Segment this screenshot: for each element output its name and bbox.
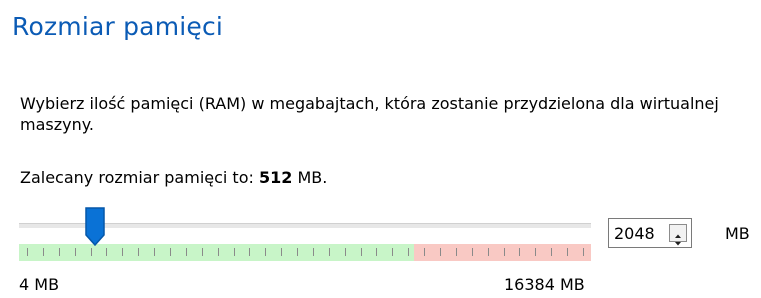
slider-tick <box>249 248 250 256</box>
memory-slider[interactable] <box>19 206 591 264</box>
slider-tick <box>138 248 139 256</box>
slider-tick <box>456 248 457 256</box>
slider-tick <box>504 248 505 256</box>
slider-tick <box>583 248 584 256</box>
arrow-down-icon[interactable] <box>670 233 686 246</box>
slider-tick <box>234 248 235 256</box>
slider-tick <box>488 248 489 256</box>
slider-tick <box>519 248 520 256</box>
slider-tick <box>202 248 203 256</box>
slider-tick <box>106 248 107 256</box>
recommended-memory-text: Zalecany rozmiar pamięci to: 512 MB. <box>20 168 327 187</box>
slider-tick <box>27 248 28 256</box>
slider-tick <box>408 248 409 256</box>
slider-tick <box>313 248 314 256</box>
arrow-up-icon[interactable] <box>670 225 686 238</box>
slider-tick <box>59 248 60 256</box>
spin-buttons[interactable] <box>669 224 687 246</box>
slider-tick <box>376 248 377 256</box>
slider-tick <box>329 248 330 256</box>
recommended-unit: MB. <box>292 168 328 187</box>
slider-tick <box>472 248 473 256</box>
slider-tick <box>91 248 92 256</box>
slider-tick <box>567 248 568 256</box>
slider-min-label: 4 MB <box>19 275 60 294</box>
page-title: Rozmiar pamięci <box>12 12 224 41</box>
slider-tick <box>345 248 346 256</box>
memory-spinbox[interactable] <box>608 218 692 248</box>
slider-tick <box>361 248 362 256</box>
memory-unit-label: MB <box>725 224 750 243</box>
slider-tick <box>440 248 441 256</box>
recommended-prefix: Zalecany rozmiar pamięci to: <box>20 168 259 187</box>
recommended-value: 512 <box>258 168 293 187</box>
slider-tick <box>424 248 425 256</box>
slider-thumb[interactable] <box>84 207 106 247</box>
slider-ticks <box>19 248 591 258</box>
slider-tick <box>392 248 393 256</box>
slider-tick <box>281 248 282 256</box>
slider-max-label: 16384 MB <box>504 275 585 294</box>
page-description: Wybierz ilość pamięci (RAM) w megabajtac… <box>20 94 719 134</box>
slider-tick <box>170 248 171 256</box>
slider-tick <box>154 248 155 256</box>
slider-tick <box>535 248 536 256</box>
slider-tick <box>43 248 44 256</box>
slider-thumb-icon <box>85 207 105 247</box>
memory-size-page: Rozmiar pamięci Wybierz ilość pamięci (R… <box>0 0 761 298</box>
slider-tick <box>265 248 266 256</box>
slider-tick <box>551 248 552 256</box>
slider-tick <box>122 248 123 256</box>
slider-tick <box>218 248 219 256</box>
slider-tick <box>75 248 76 256</box>
memory-value-input[interactable] <box>609 219 667 247</box>
slider-tick <box>297 248 298 256</box>
slider-tick <box>186 248 187 256</box>
